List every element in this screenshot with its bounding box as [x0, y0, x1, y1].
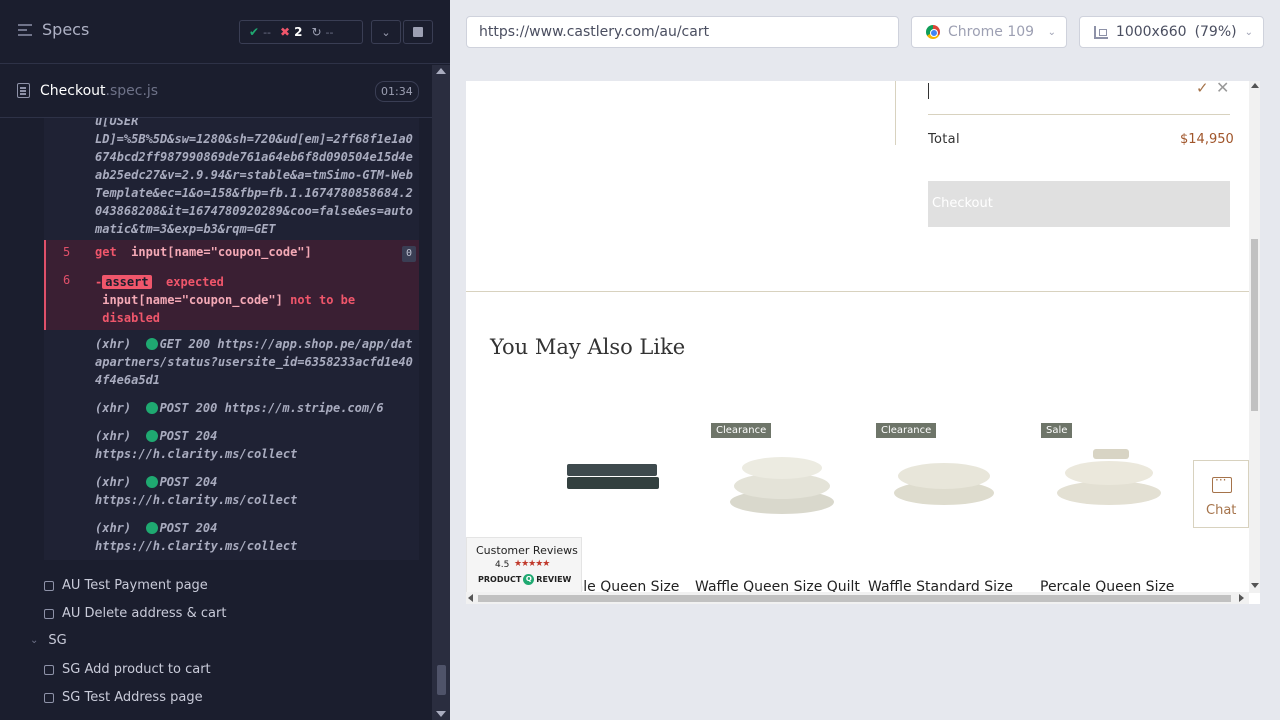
chrome-icon	[926, 25, 940, 39]
chat-button[interactable]: Chat	[1193, 460, 1249, 528]
menu-icon	[18, 23, 32, 36]
reporter-panel: Specs ✔ -- ✖ 2 ↻ -- ⌄ Checkout.spec.js 01:3…	[0, 0, 450, 720]
test-status-icon	[44, 580, 54, 591]
xhr-entry[interactable]: (xhr) GET 200 https://app.shop.pe/app/da…	[95, 335, 415, 389]
app-under-test: ✓ ✕ Total $14,950 Checkout You May Also …	[466, 81, 1260, 604]
viewport-icon	[1094, 25, 1108, 39]
xhr-entry[interactable]: (xhr) POST 200 https://m.stripe.com/6	[95, 399, 415, 417]
scroll-down-icon[interactable]	[436, 711, 446, 717]
spec-header[interactable]: Checkout.spec.js 01:34	[0, 65, 432, 118]
xhr-entry[interactable]: (xhr) POST 204 https://h.clarity.ms/coll…	[95, 427, 325, 463]
scroll-thumb[interactable]	[437, 665, 446, 695]
divider	[466, 291, 1249, 292]
command-number: 5	[63, 245, 71, 259]
test-status-icon	[44, 692, 54, 703]
file-icon	[17, 83, 30, 98]
spec-duration: 01:34	[375, 81, 419, 102]
passed-stat: ✔ --	[249, 25, 272, 39]
test-sg-add-product[interactable]: SG Add product to cart	[44, 662, 211, 677]
coupon-code-input[interactable]: ✓ ✕	[928, 81, 1230, 115]
apply-coupon-icon[interactable]: ✓	[1196, 81, 1209, 97]
check-icon: ✔	[249, 25, 260, 39]
specs-toggle[interactable]: Specs	[18, 20, 89, 39]
chat-icon	[1212, 473, 1232, 493]
scroll-up-icon[interactable]	[1251, 83, 1259, 88]
failed-stat: ✖ 2	[280, 25, 303, 39]
pending-stat: ↻ --	[311, 25, 334, 39]
product-image[interactable]	[869, 421, 1019, 521]
total-label: Total	[928, 132, 960, 147]
browser-selector[interactable]: Chrome 109 ⌄	[911, 16, 1067, 48]
checkout-button[interactable]: Checkout	[928, 181, 1230, 227]
text-caret	[928, 83, 929, 99]
suite-sg[interactable]: ⌄ SG	[30, 633, 67, 648]
url-bar[interactable]: https://www.castlery.com/au/cart	[466, 16, 899, 48]
element-count-badge: 0	[402, 246, 416, 262]
x-icon: ✖	[280, 25, 291, 39]
review-logo-icon: Q	[523, 574, 535, 585]
command-number: 6	[63, 273, 71, 287]
command-log: u[USER LD]=%5B%5D&sw=1280&sh=720&ud[em]=…	[44, 118, 419, 560]
status-dot-icon	[145, 338, 158, 350]
status-dot-icon	[145, 476, 158, 488]
stop-icon	[413, 27, 423, 37]
total-value: $14,950	[1180, 132, 1234, 147]
chevron-down-icon: ⌄	[381, 25, 391, 39]
chevron-down-icon: ⌄	[30, 635, 39, 646]
scroll-up-icon[interactable]	[436, 68, 446, 74]
spinner-icon: ↻	[311, 25, 322, 39]
assert-badge: assert	[102, 275, 152, 289]
page-vertical-scrollbar[interactable]	[1249, 81, 1260, 593]
get-command[interactable]: get input[name="coupon_code"]	[95, 245, 312, 259]
scroll-thumb[interactable]	[478, 595, 1231, 602]
clear-coupon-icon[interactable]: ✕	[1216, 81, 1229, 97]
failed-commands: 5 get input[name="coupon_code"] 0 6 - ass…	[44, 240, 419, 330]
divider	[895, 81, 896, 145]
star-rating-icon: ★★★★★	[514, 559, 550, 569]
test-status-icon	[44, 608, 54, 619]
customer-reviews-widget[interactable]: Customer Reviews 4.5 ★★★★★ PRODUCT Q REV…	[466, 537, 582, 593]
expand-button[interactable]: ⌄	[371, 20, 401, 44]
xhr-entry[interactable]: (xhr) POST 204 https://h.clarity.ms/coll…	[95, 519, 325, 555]
viewport-selector[interactable]: 1000x660 (79%) ⌄	[1079, 16, 1264, 48]
run-stats: ✔ -- ✖ 2 ↻ --	[239, 20, 363, 44]
scroll-left-icon[interactable]	[468, 594, 473, 602]
status-dot-icon	[145, 522, 158, 534]
xhr-entry[interactable]: (xhr) POST 204 https://h.clarity.ms/coll…	[95, 473, 325, 509]
assert-command[interactable]: - assert expected input[name="coupon_code…	[95, 273, 395, 327]
test-status-icon	[44, 664, 54, 675]
specs-title: Specs	[42, 20, 90, 39]
status-dot-icon	[145, 402, 158, 414]
chevron-down-icon: ⌄	[1244, 26, 1253, 38]
scroll-thumb[interactable]	[1251, 239, 1258, 411]
product-review-logo: PRODUCT Q REVIEW	[478, 574, 572, 585]
test-au-delete[interactable]: AU Delete address & cart	[44, 606, 226, 621]
product-image[interactable]	[706, 421, 856, 521]
test-au-payment[interactable]: AU Test Payment page	[44, 578, 208, 593]
status-dot-icon	[145, 430, 158, 442]
product-image[interactable]	[536, 421, 686, 521]
request-url: u[USER LD]=%5B%5D&sw=1280&sh=720&ud[em]=…	[95, 118, 413, 236]
scroll-right-icon[interactable]	[1239, 594, 1244, 602]
product-image[interactable]	[1033, 421, 1183, 521]
browser-panel: https://www.castlery.com/au/cart Chrome …	[450, 0, 1280, 720]
reporter-header: Specs ✔ -- ✖ 2 ↻ -- ⌄	[0, 0, 450, 64]
stop-button[interactable]	[403, 20, 433, 44]
page-horizontal-scrollbar[interactable]	[466, 592, 1249, 604]
scroll-down-icon[interactable]	[1251, 583, 1259, 588]
reporter-scrollbar[interactable]	[432, 65, 450, 720]
section-title: You May Also Like	[490, 335, 686, 359]
chevron-down-icon: ⌄	[1047, 26, 1056, 38]
spec-name: Checkout.spec.js	[40, 83, 159, 99]
test-sg-address[interactable]: SG Test Address page	[44, 690, 203, 705]
